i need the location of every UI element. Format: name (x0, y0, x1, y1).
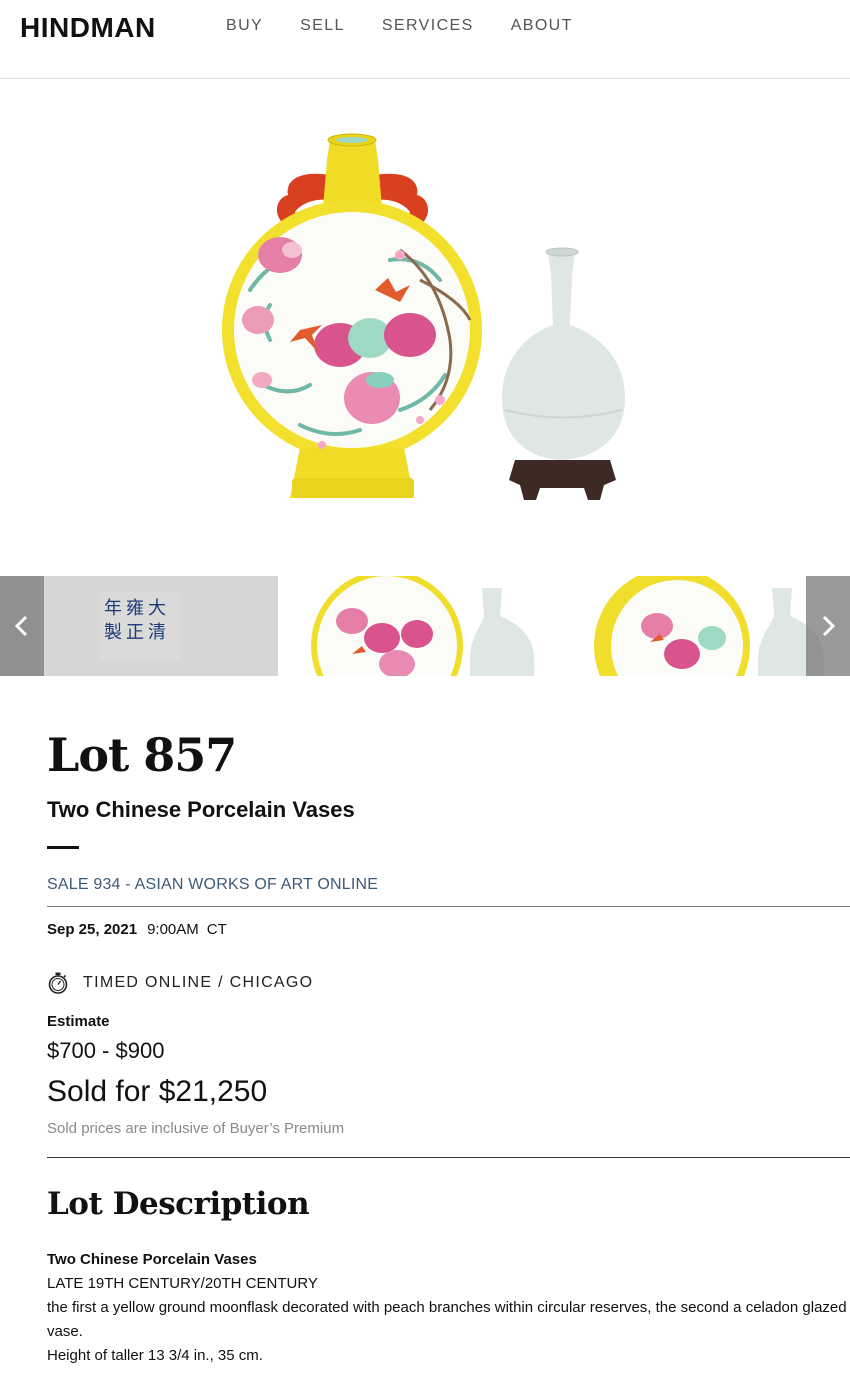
sale-time: 9:00AM (147, 921, 199, 938)
sold-price-note: Sold prices are inclusive of Buyer’s Pre… (47, 1120, 345, 1137)
chevron-right-icon (822, 615, 836, 637)
sold-price: Sold for $21,250 (47, 1075, 268, 1108)
divider (47, 906, 850, 907)
auction-type: TIMED ONLINE / CHICAGO (47, 971, 313, 995)
lot-subtitle: Two Chinese Porcelain Vases (47, 797, 355, 822)
lot-description: Two Chinese Porcelain Vases LATE 19TH CE… (47, 1248, 847, 1368)
main-lot-image[interactable] (0, 80, 850, 550)
vases-photo (222, 133, 625, 500)
main-nav: BUY SELL SERVICES ABOUT (226, 17, 610, 35)
auction-type-label: TIMED ONLINE / CHICAGO (83, 974, 314, 991)
next-thumbnail-button[interactable] (806, 576, 850, 676)
thumbnail-moonflask-detail[interactable] (282, 576, 558, 676)
hindman-logo[interactable]: HINDMAN (20, 12, 156, 44)
chevron-left-icon (14, 615, 28, 637)
svg-text:正: 正 (126, 622, 144, 643)
nav-sell[interactable]: SELL (300, 17, 345, 35)
description-dimensions: Height of taller 13 3/4 in., 35 cm. (47, 1347, 263, 1364)
divider (47, 1157, 850, 1158)
stopwatch-icon (48, 972, 68, 994)
svg-text:年: 年 (104, 598, 122, 619)
svg-text:清: 清 (148, 622, 166, 643)
nav-services[interactable]: SERVICES (382, 17, 474, 35)
sale-datetime: Sep 25, 2021 9:00AM CT (47, 921, 235, 938)
svg-text:製: 製 (104, 622, 122, 643)
description-text: the first a yellow ground moonflask deco… (47, 1299, 847, 1340)
sale-date: Sep 25, 2021 (47, 921, 138, 938)
description-period: LATE 19TH CENTURY/20TH CENTURY (47, 1275, 318, 1292)
estimate-value: $700 - $900 (47, 1038, 165, 1063)
nav-buy[interactable]: BUY (226, 17, 263, 35)
lot-number-title: Lot 857 (47, 728, 237, 782)
svg-text:雍: 雍 (126, 598, 144, 619)
thumbnail-strip: 大清 雍正 年製 (0, 576, 850, 676)
sale-timezone: CT (206, 921, 227, 938)
prev-thumbnail-button[interactable] (0, 576, 44, 676)
description-title: Two Chinese Porcelain Vases (47, 1251, 257, 1268)
nav-about[interactable]: ABOUT (511, 17, 573, 35)
sale-link[interactable]: SALE 934 - ASIAN WORKS OF ART ONLINE (47, 876, 378, 894)
svg-text:大: 大 (148, 598, 166, 619)
description-heading: Lot Description (47, 1186, 310, 1222)
title-divider (47, 846, 79, 849)
site-header: HINDMAN BUY SELL SERVICES ABOUT (0, 0, 850, 79)
estimate-label: Estimate (47, 1013, 110, 1030)
